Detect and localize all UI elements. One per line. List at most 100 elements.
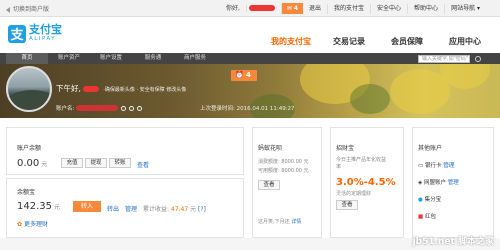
recharge-button[interactable]: 充值 bbox=[61, 158, 83, 168]
user-icon[interactable] bbox=[137, 105, 143, 111]
yuebao-unit: 元 bbox=[53, 204, 60, 211]
tab-service[interactable]: 服务通 bbox=[132, 53, 174, 64]
network-icon: ◈ bbox=[418, 180, 423, 186]
balance-amount: 0.00 bbox=[17, 158, 40, 169]
phone-icon[interactable] bbox=[121, 105, 127, 111]
yuebao-panel: 余额宝 142.35 元 转入 转出 管理 累计收益: 47.47 元 [?] … bbox=[6, 178, 244, 238]
my-alipay-link[interactable]: 我的支付宝 bbox=[328, 3, 372, 14]
account-label: 账户名: bbox=[56, 106, 75, 112]
search-input[interactable]: 输入关键字,如"密码" bbox=[418, 55, 470, 63]
nav-app-center[interactable]: 应用中心 bbox=[436, 36, 494, 47]
zhaocaibao-view-button[interactable]: 查看 bbox=[336, 200, 358, 210]
redacted-account bbox=[76, 105, 119, 111]
banner-greeting: 下午好, ·确保最新头像 · 安全有保障 修改头像 bbox=[56, 83, 186, 94]
manage-link[interactable]: 管理 bbox=[125, 204, 137, 213]
alarm-icon: ⏰ bbox=[235, 71, 244, 79]
income-label: 累计收益: bbox=[143, 206, 170, 213]
other-account-action[interactable]: 管理 bbox=[448, 180, 459, 186]
other-accounts-panel: 其他账户 ▭ 银行卡 管理 ◈ 网盟账户 管理 ● 集分宝 ■ 红包 bbox=[412, 127, 494, 238]
avatar-tips-link[interactable]: ·确保最新头像 · 安全有保障 修改头像 bbox=[103, 87, 186, 93]
redacted-name bbox=[82, 86, 99, 92]
nav-my-alipay[interactable]: 我的支付宝 bbox=[262, 36, 320, 58]
huabei-panel: 蚂蚁花呗 消费额度: 8000.00 元 可用额度: 8000.00 元 查看 … bbox=[252, 127, 322, 238]
other-account-name: 红包 bbox=[424, 214, 436, 220]
logo-en-text: ALIPAY bbox=[29, 36, 57, 42]
yuebao-income: 累计收益: 47.47 元 [?] bbox=[143, 206, 206, 213]
other-account-item[interactable]: ◈ 网盟账户 管理 bbox=[418, 178, 459, 186]
search-icon bbox=[475, 56, 481, 62]
site-nav-label: 网站导航 bbox=[451, 4, 476, 12]
other-accounts-title: 其他账户 bbox=[418, 145, 443, 152]
tab-account-assets[interactable]: 账户资产 bbox=[48, 53, 90, 64]
switch-merchant-link[interactable]: 切换到商户版 bbox=[6, 4, 49, 13]
balance-view-link[interactable]: 查看 bbox=[137, 160, 149, 169]
greeting: 你好, bbox=[214, 3, 282, 14]
security-center-link[interactable]: 安全中心 bbox=[371, 3, 409, 14]
tab-merchant-service[interactable]: 商户服务 bbox=[174, 53, 216, 64]
greeting-text: 下午好, bbox=[56, 84, 81, 93]
last-login: 上次登录时间: 2016.04.01 11:49:27 bbox=[200, 104, 295, 112]
account-name-row: 账户名: bbox=[56, 104, 143, 112]
transfer-in-button[interactable]: 转入 bbox=[73, 201, 101, 212]
bank-card-icon: ▭ bbox=[418, 163, 424, 169]
other-account-item[interactable]: ■ 红包 bbox=[418, 212, 436, 220]
last-login-label: 上次登录时间: bbox=[200, 106, 235, 112]
tab-home[interactable]: 首页 bbox=[6, 53, 48, 64]
watermark: jb51.net 脚本之家 bbox=[412, 237, 494, 247]
sub-nav: 首页 账户资产 账户设置 服务通 商户服务 输入关键字,如"密码" bbox=[0, 53, 500, 64]
top-right-links: 你好, ✉ 4 退出 我的支付宝 安全中心 帮助中心 网站导航 ▾ bbox=[214, 3, 486, 14]
last-login-time: 2016.04.01 11:49:27 bbox=[236, 106, 295, 112]
other-account-action[interactable]: 管理 bbox=[443, 163, 454, 169]
other-account-name: 网盟账户 bbox=[423, 180, 446, 186]
search-button[interactable] bbox=[472, 54, 484, 64]
more-finance[interactable]: ✿ 更多理财 bbox=[17, 219, 48, 228]
nav-transactions[interactable]: 交易记录 bbox=[320, 36, 378, 47]
rate-label: 率 bbox=[336, 164, 342, 170]
withdraw-button[interactable]: 提现 bbox=[85, 158, 107, 168]
site-nav-link[interactable]: 网站导航 ▾ bbox=[445, 4, 486, 14]
zhaocaibao-panel: 招财宝 今日主推产品年化收益率 3.0%-4.5% 灵活的定期理财 查看 bbox=[330, 127, 404, 238]
balance-title: 账户余额 bbox=[17, 145, 42, 152]
transfer-out-link[interactable]: 转出 bbox=[107, 204, 119, 213]
other-account-item[interactable]: ▭ 银行卡 管理 bbox=[418, 161, 454, 169]
greeting-text: 你好, bbox=[219, 4, 247, 12]
main-nav: 我的支付宝 交易记录 会员保障 应用中心 bbox=[262, 36, 494, 58]
tab-account-settings[interactable]: 账户设置 bbox=[90, 53, 132, 64]
lock-icon[interactable] bbox=[129, 105, 135, 111]
alarm-clock-badge[interactable]: ⏰ 4 bbox=[231, 70, 257, 81]
huabei-limit: 消费额度: 8000.00 元 bbox=[258, 159, 309, 165]
message-button[interactable]: ✉ 4 bbox=[281, 3, 303, 14]
alipay-logo-icon: 支 bbox=[8, 24, 26, 43]
yuebao-amount: 142.35 bbox=[17, 201, 52, 212]
points-icon: ● bbox=[418, 197, 423, 203]
huabei-available: 可用额度: 8000.00 元 bbox=[258, 168, 309, 174]
huabei-view-button[interactable]: 查看 bbox=[258, 180, 280, 190]
huabei-title: 蚂蚁花呗 bbox=[258, 145, 283, 152]
help-center-link[interactable]: 帮助中心 bbox=[408, 3, 446, 14]
other-account-name: 银行卡 bbox=[424, 163, 442, 169]
logout-link[interactable]: 退出 bbox=[303, 3, 329, 14]
alipay-logo[interactable]: 支 支付宝 ALIPAY bbox=[8, 24, 62, 43]
zhaocaibao-desc2: 灵活的定期理财 bbox=[336, 191, 372, 197]
transfer-button[interactable]: 转账 bbox=[109, 158, 131, 168]
message-count: 4 bbox=[293, 5, 298, 12]
huabei-footer-text: 这月笑,下月还 bbox=[258, 219, 290, 225]
redacted-username bbox=[248, 5, 275, 11]
switch-label: 切换到商户版 bbox=[13, 6, 50, 13]
top-bar: 切换到商户版 你好, ✉ 4 退出 我的支付宝 安全中心 帮助中心 网站导航 ▾ bbox=[0, 0, 500, 17]
balance-unit: 元 bbox=[41, 161, 48, 168]
triangle-left-icon bbox=[6, 6, 10, 13]
red-packet-icon: ■ bbox=[418, 214, 424, 220]
nav-member-protection[interactable]: 会员保障 bbox=[378, 36, 436, 47]
income-unit: 元 bbox=[190, 206, 197, 213]
huabei-detail-link[interactable]: 详情 bbox=[291, 219, 301, 225]
zhaocaibao-desc: 今日主推产品年化收益率 bbox=[336, 156, 402, 170]
avatar[interactable] bbox=[6, 66, 52, 112]
huabei-footer: 这月笑,下月还 详情 bbox=[258, 218, 301, 225]
header: 支 支付宝 ALIPAY 我的支付宝 交易记录 会员保障 应用中心 bbox=[0, 17, 500, 58]
more-finance-label: 更多理财 bbox=[23, 221, 48, 228]
other-account-item[interactable]: ● 集分宝 bbox=[418, 195, 441, 203]
other-account-name: 集分宝 bbox=[424, 197, 442, 203]
balance-panel: 账户余额 0.00 元 充值 提现 转账 查看 bbox=[6, 127, 244, 175]
yuebao-title: 余额宝 bbox=[17, 189, 36, 196]
